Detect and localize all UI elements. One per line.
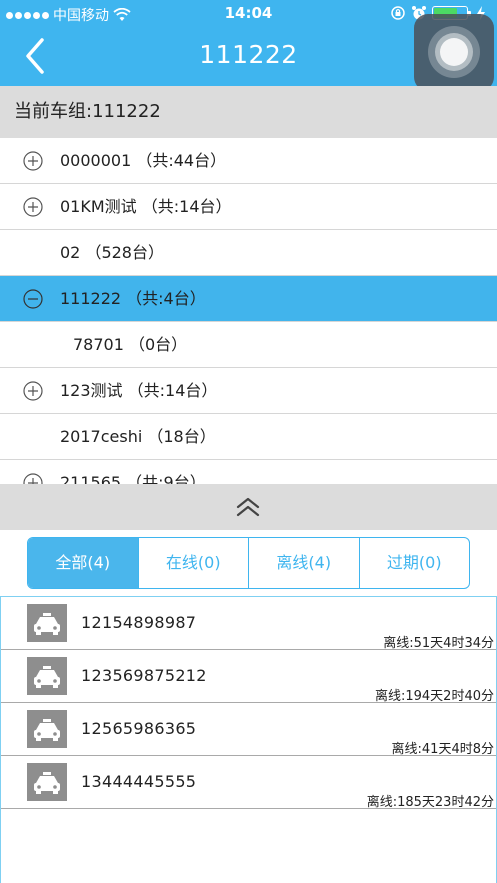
vehicle-status: 离线:41天4时8分	[391, 742, 494, 757]
vehicle-row[interactable]: 123569875212 离线:194天2时40分	[1, 650, 496, 704]
vehicle-row[interactable]: 13444445555 离线:185天23时42分	[1, 756, 496, 810]
current-group-label: 当前车组:111222	[0, 86, 497, 138]
group-item-label: 78701 （0台）	[73, 335, 188, 354]
tab-offline[interactable]: 离线(4)	[249, 538, 360, 588]
vehicle-id: 123569875212	[81, 666, 207, 685]
group-item-label: 02 （528台）	[60, 243, 164, 262]
minus-circle-icon[interactable]	[23, 289, 43, 309]
group-item-label: 01KM测试 （共:14台）	[60, 197, 232, 216]
vehicle-id: 12154898987	[81, 613, 197, 632]
filter-tabs: 全部(4) 在线(0) 离线(4) 过期(0)	[27, 537, 470, 589]
group-item-child[interactable]: 78701 （0台）	[0, 322, 497, 368]
vehicle-id: 13444445555	[81, 772, 197, 791]
plus-circle-icon[interactable]	[23, 381, 43, 401]
vehicle-id: 12565986365	[81, 719, 197, 738]
group-item-label: 211565 （共:9台）	[60, 473, 206, 484]
taxi-icon	[27, 710, 67, 748]
tab-expired[interactable]: 过期(0)	[360, 538, 470, 588]
vehicle-row[interactable]: 12565986365 离线:41天4时8分	[1, 703, 496, 757]
orientation-lock-icon	[391, 6, 405, 20]
group-item[interactable]: 01KM测试 （共:14台）	[0, 184, 497, 230]
group-item-label: 111222 （共:4台）	[60, 289, 206, 308]
tab-all[interactable]: 全部(4)	[28, 538, 139, 588]
group-item-label: 2017ceshi （18台）	[60, 427, 216, 446]
group-item[interactable]: 02 （528台）	[0, 230, 497, 276]
group-item[interactable]: 123测试 （共:14台）	[0, 368, 497, 414]
vehicle-status: 离线:185天23时42分	[366, 795, 494, 810]
vehicle-status: 离线:51天4时34分	[383, 636, 494, 651]
assistive-touch-button[interactable]	[414, 14, 494, 91]
tab-online[interactable]: 在线(0)	[139, 538, 249, 588]
group-item-label: 0000001 （共:44台）	[60, 151, 227, 170]
double-chevron-up-icon[interactable]	[234, 496, 262, 518]
group-item-label: 123测试 （共:14台）	[60, 381, 218, 400]
vehicle-row[interactable]: 12154898987 离线:51天4时34分	[1, 597, 496, 651]
group-list[interactable]: 0000001 （共:44台） 01KM测试 （共:14台） 02 （528台）…	[0, 138, 497, 484]
taxi-icon	[27, 604, 67, 642]
group-item[interactable]: 2017ceshi （18台）	[0, 414, 497, 460]
vehicle-status: 离线:194天2时40分	[374, 689, 494, 704]
plus-circle-icon[interactable]	[23, 197, 43, 217]
plus-circle-icon[interactable]	[23, 473, 43, 484]
taxi-icon	[27, 763, 67, 801]
group-item[interactable]: 211565 （共:9台）	[0, 460, 497, 484]
group-item[interactable]: 0000001 （共:44台）	[0, 138, 497, 184]
vehicle-list[interactable]: 12154898987 离线:51天4时34分 123569875212 离线:…	[0, 596, 497, 883]
collapse-handle[interactable]	[0, 484, 497, 530]
plus-circle-icon[interactable]	[23, 151, 43, 171]
group-item-selected[interactable]: 111222 （共:4台）	[0, 276, 497, 322]
taxi-icon	[27, 657, 67, 695]
